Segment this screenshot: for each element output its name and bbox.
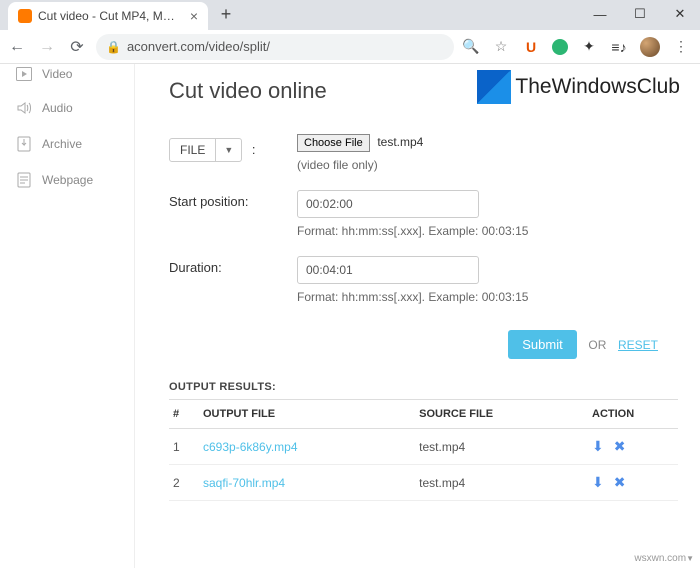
sidebar-item-label: Video: [42, 67, 72, 81]
sidebar-item-label: Webpage: [42, 173, 93, 187]
source-file: test.mp4: [415, 465, 588, 501]
duration-hint: Format: hh:mm:ss[.xxx]. Example: 00:03:1…: [297, 290, 528, 304]
tab-favicon: [18, 9, 32, 23]
sidebar-item-label: Archive: [42, 137, 82, 151]
col-num: #: [169, 400, 199, 429]
watermark: wsxwn.com▼: [634, 553, 694, 564]
sidebar-item-webpage[interactable]: Webpage: [0, 162, 134, 198]
sidebar-item-audio[interactable]: Audio: [0, 90, 134, 126]
results-table: # OUTPUT FILE SOURCE FILE ACTION 1 c693p…: [169, 399, 678, 501]
sidebar-item-video[interactable]: Video: [0, 64, 134, 90]
new-tab-button[interactable]: +: [214, 2, 238, 26]
duration-label: Duration:: [169, 256, 297, 304]
main-content: Cut video online TheWindowsClub FILE ▼ :…: [135, 64, 700, 568]
or-text: OR: [588, 338, 606, 352]
results-title: OUTPUT RESULTS:: [169, 381, 678, 393]
forward-button[interactable]: →: [36, 36, 58, 58]
col-source: SOURCE FILE: [415, 400, 588, 429]
output-file-link[interactable]: c693p-6k86y.mp4: [203, 440, 298, 454]
page-body: Video Audio Archive Webpage Cut video on…: [0, 64, 700, 568]
reset-link[interactable]: RESET: [618, 338, 658, 352]
browser-tab[interactable]: Cut video - Cut MP4, MOV, WEB ×: [8, 2, 208, 30]
file-row: FILE ▼ : Choose File test.mp4 (video fil…: [169, 134, 678, 172]
address-bar: ← → ⟳ 🔒 aconvert.com/video/split/ 🔍 ☆ U …: [0, 30, 700, 64]
submit-button[interactable]: Submit: [508, 330, 576, 359]
minimize-button[interactable]: —: [580, 0, 620, 28]
duration-row: Duration: Format: hh:mm:ss[.xxx]. Exampl…: [169, 256, 678, 304]
audio-icon: [16, 100, 32, 116]
archive-icon: [16, 136, 32, 152]
url-input[interactable]: 🔒 aconvert.com/video/split/: [96, 34, 454, 60]
close-window-button[interactable]: ✕: [660, 0, 700, 28]
chosen-filename: test.mp4: [377, 135, 423, 149]
source-file: test.mp4: [415, 429, 588, 465]
col-output: OUTPUT FILE: [199, 400, 415, 429]
start-label: Start position:: [169, 190, 297, 238]
extensions-icon[interactable]: ✦: [580, 38, 598, 56]
colon: :: [252, 142, 256, 157]
browser-menu-button[interactable]: ⋮: [672, 38, 690, 56]
start-position-input[interactable]: [297, 190, 479, 218]
ublock-icon[interactable]: U: [522, 38, 540, 56]
reading-list-icon[interactable]: ≡♪: [610, 38, 628, 56]
duration-input[interactable]: [297, 256, 479, 284]
file-source-label: FILE: [170, 139, 216, 161]
reload-button[interactable]: ⟳: [66, 36, 88, 58]
row-num: 2: [169, 465, 199, 501]
submit-row: Submit OR RESET: [169, 330, 678, 359]
windows-logo-icon: [477, 70, 511, 104]
maximize-button[interactable]: ☐: [620, 0, 660, 28]
delete-icon[interactable]: ✖: [614, 438, 626, 455]
profile-avatar[interactable]: [640, 37, 660, 57]
start-position-row: Start position: Format: hh:mm:ss[.xxx]. …: [169, 190, 678, 238]
search-icon[interactable]: 🔍: [462, 38, 480, 56]
output-file-link[interactable]: saqfi-70hlr.mp4: [203, 476, 285, 490]
lock-icon: 🔒: [106, 40, 121, 54]
extension-green-icon[interactable]: [552, 39, 568, 55]
webpage-icon: [16, 172, 32, 188]
file-source-dropdown[interactable]: FILE ▼: [169, 138, 242, 162]
star-icon[interactable]: ☆: [492, 38, 510, 56]
sidebar-item-archive[interactable]: Archive: [0, 126, 134, 162]
sidebar-item-label: Audio: [42, 101, 73, 115]
site-logo: TheWindowsClub: [477, 70, 680, 104]
choose-file-button[interactable]: Choose File: [297, 134, 370, 152]
back-button[interactable]: ←: [6, 36, 28, 58]
logo-text: TheWindowsClub: [515, 75, 680, 99]
url-text: aconvert.com/video/split/: [127, 39, 270, 54]
col-action: ACTION: [588, 400, 678, 429]
delete-icon[interactable]: ✖: [614, 474, 626, 491]
start-hint: Format: hh:mm:ss[.xxx]. Example: 00:03:1…: [297, 224, 528, 238]
toolbar-extensions: 🔍 ☆ U ✦ ≡♪ ⋮: [462, 37, 694, 57]
download-icon[interactable]: ⬇: [592, 474, 604, 491]
row-num: 1: [169, 429, 199, 465]
video-icon: [16, 66, 32, 82]
chevron-down-icon: ▼: [216, 145, 241, 155]
browser-titlebar: Cut video - Cut MP4, MOV, WEB × + — ☐ ✕: [0, 0, 700, 30]
table-row: 1 c693p-6k86y.mp4 test.mp4 ⬇ ✖: [169, 429, 678, 465]
download-icon[interactable]: ⬇: [592, 438, 604, 455]
close-icon[interactable]: ×: [190, 8, 198, 24]
window-controls: — ☐ ✕: [580, 0, 700, 30]
table-row: 2 saqfi-70hlr.mp4 test.mp4 ⬇ ✖: [169, 465, 678, 501]
sidebar: Video Audio Archive Webpage: [0, 64, 135, 568]
tab-title: Cut video - Cut MP4, MOV, WEB: [38, 9, 184, 23]
file-hint: (video file only): [297, 158, 423, 172]
